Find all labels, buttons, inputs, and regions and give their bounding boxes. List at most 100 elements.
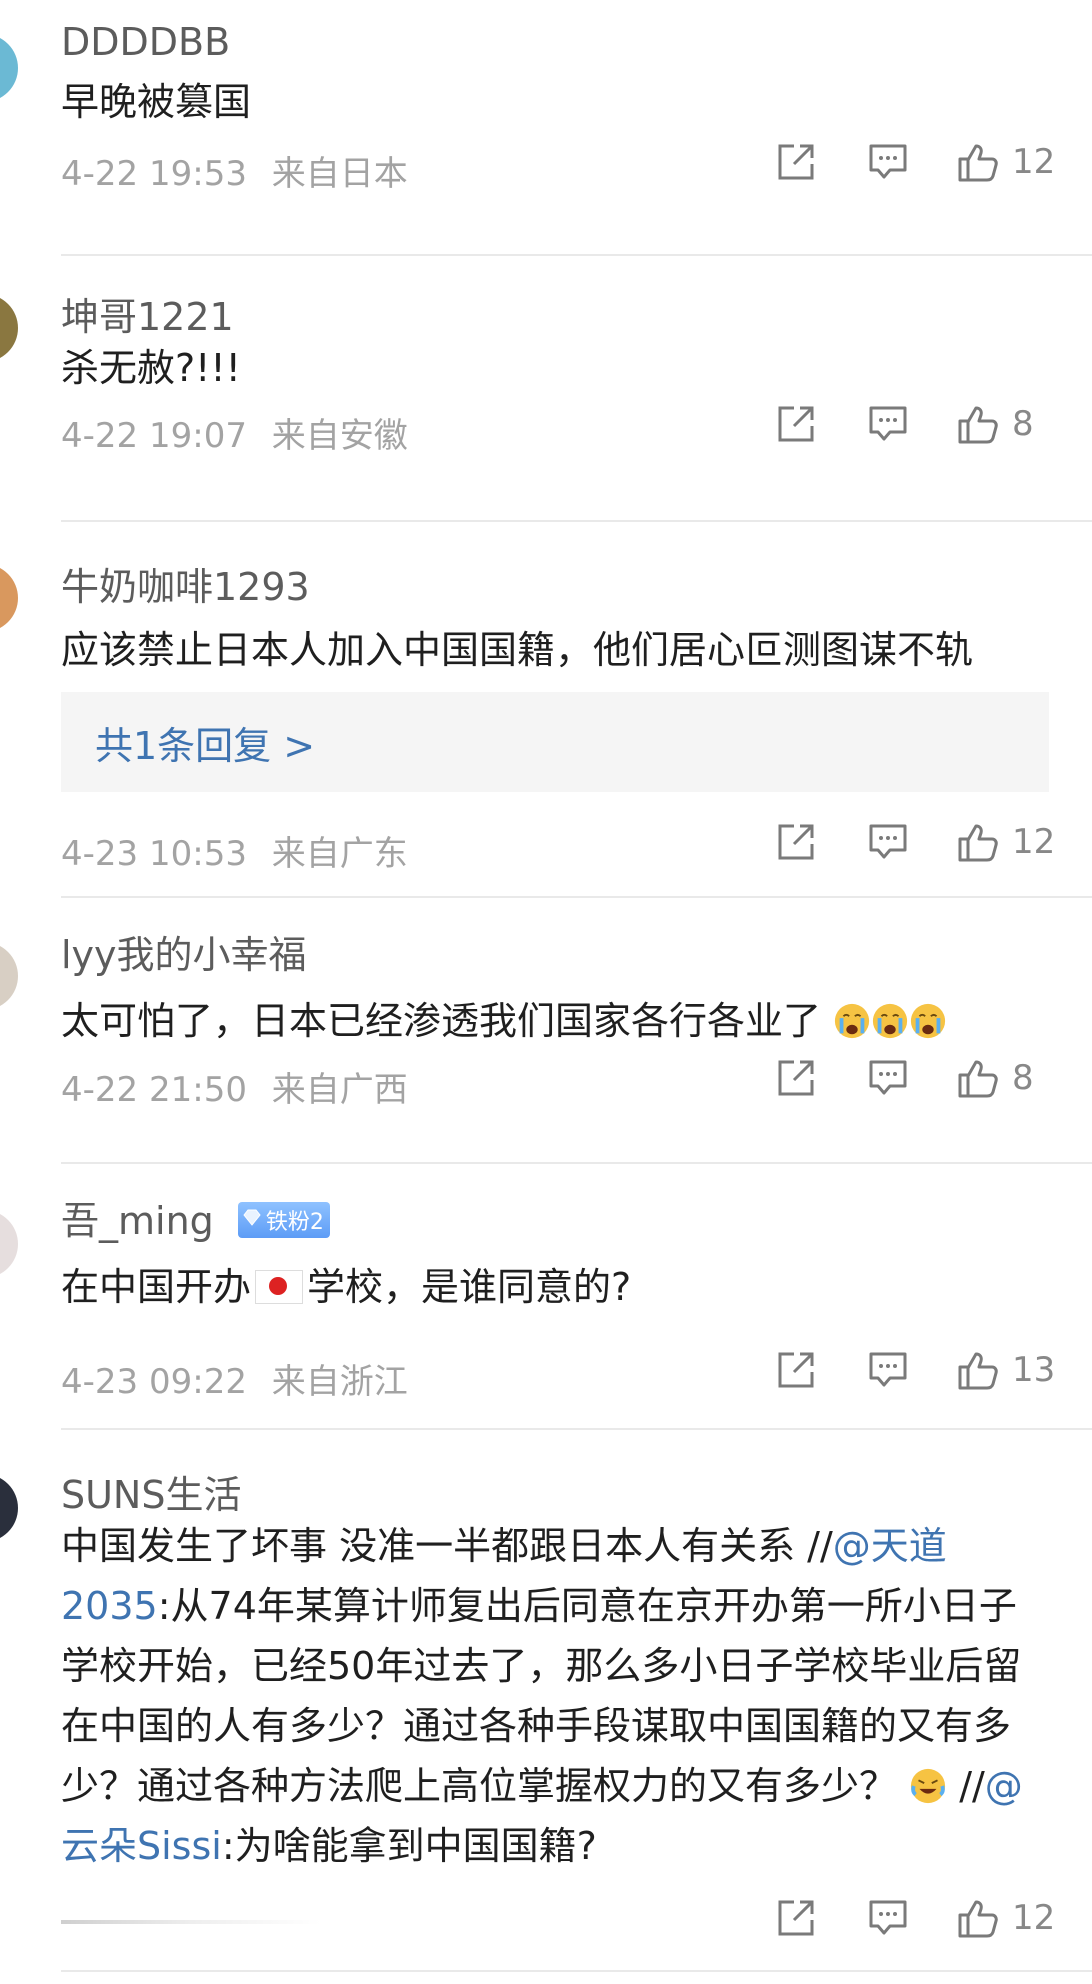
share-button[interactable]: [774, 1896, 818, 1940]
comment-text-part: :为啥能拿到中国国籍?: [221, 1824, 597, 1868]
comment-actions: 13: [774, 1348, 1056, 1392]
like-button[interactable]: 8: [956, 1056, 1056, 1100]
comment-text: 太可怕了，日本已经渗透我们国家各行各业了: [61, 990, 947, 1045]
comment-text: 应该禁止日本人加入中国国籍，他们居心叵测图谋不轨: [61, 628, 974, 672]
like-button[interactable]: 12: [956, 820, 1056, 864]
comment-button[interactable]: [866, 402, 910, 446]
reply-summary[interactable]: 共1条回复 >: [61, 692, 1049, 792]
share-button[interactable]: [774, 402, 818, 446]
like-button[interactable]: 12: [956, 1896, 1056, 1940]
username[interactable]: 坤哥1221: [61, 286, 234, 341]
username-text[interactable]: 吾_ming: [61, 1199, 214, 1243]
divider: [61, 1970, 1092, 1972]
like-count: 8: [1012, 1058, 1034, 1098]
location: 来自广东: [271, 834, 408, 874]
crying-emoji-icon: [909, 999, 947, 1043]
like-count: 13: [1012, 1350, 1056, 1390]
avatar[interactable]: [0, 1474, 18, 1542]
comment-meta: 4-23 10:53 来自广东: [61, 826, 408, 875]
comment-button[interactable]: [866, 140, 910, 184]
comment-icon: [866, 140, 910, 184]
laughing-crying-emoji-icon: [909, 1764, 947, 1808]
comment-actions: 12: [774, 1896, 1056, 1940]
thumbs-up-icon: [956, 820, 1000, 864]
location: 来自广西: [271, 1070, 408, 1110]
like-button[interactable]: 13: [956, 1348, 1056, 1392]
thumbs-up-icon: [956, 1896, 1000, 1940]
avatar[interactable]: [0, 294, 18, 362]
avatar[interactable]: [0, 942, 18, 1010]
like-button[interactable]: 12: [956, 140, 1056, 184]
comment-actions: 12: [774, 820, 1056, 864]
crying-emoji-icon: [871, 999, 909, 1043]
comment-meta: 4-22 19:07 来自安徽: [61, 408, 408, 457]
like-count: 12: [1012, 1898, 1056, 1938]
divider: [61, 254, 1092, 256]
comment-text-start: 在中国开办: [61, 1265, 252, 1309]
comment-button[interactable]: [866, 820, 910, 864]
thumbs-up-icon: [956, 1056, 1000, 1100]
username[interactable]: lyy我的小幸福: [61, 924, 307, 979]
reply-count-link[interactable]: 共1条回复 >: [95, 715, 315, 770]
comment-actions: 12: [774, 140, 1056, 184]
share-icon: [774, 1896, 818, 1940]
comment-text-part: 中国发生了坏事 没准一半都跟日本人有关系 //: [61, 1524, 833, 1568]
like-count: 8: [1012, 404, 1034, 444]
divider: [61, 896, 1092, 898]
comment-actions: 8: [774, 402, 1056, 446]
location: 来自日本: [271, 154, 408, 194]
timestamp: 4-23 10:53: [61, 834, 247, 874]
share-button[interactable]: [774, 820, 818, 864]
comment-text: 在中国开办 学校，是谁同意的?: [61, 1256, 631, 1311]
comment-text: 杀无赦?!!!: [61, 346, 241, 390]
share-button[interactable]: [774, 140, 818, 184]
divider: [61, 1162, 1092, 1164]
comment-meta: 4-22 19:53 来自日本: [61, 146, 408, 195]
like-count: 12: [1012, 822, 1056, 862]
timestamp: 4-23 09:22: [61, 1362, 247, 1402]
truncated-meta: [61, 1920, 321, 1924]
comment-meta: 4-22 21:50 来自广西: [61, 1062, 408, 1111]
share-icon: [774, 402, 818, 446]
share-icon: [774, 1056, 818, 1100]
comment-button[interactable]: [866, 1348, 910, 1392]
thumbs-up-icon: [956, 1348, 1000, 1392]
diamond-icon: [242, 1207, 266, 1233]
avatar[interactable]: [0, 564, 18, 632]
avatar[interactable]: [0, 1210, 18, 1278]
comment-text-part: //: [947, 1764, 985, 1808]
avatar[interactable]: [0, 34, 18, 102]
username[interactable]: 牛奶咖啡1293: [61, 556, 310, 611]
location: 来自安徽: [271, 416, 408, 456]
like-count: 12: [1012, 142, 1056, 182]
username[interactable]: DDDDBB: [61, 20, 230, 64]
share-button[interactable]: [774, 1056, 818, 1100]
share-button[interactable]: [774, 1348, 818, 1392]
comment-text-body: 太可怕了，日本已经渗透我们国家各行各业了: [61, 999, 822, 1043]
comment-icon: [866, 402, 910, 446]
username: 吾_ming 铁粉2: [61, 1190, 330, 1245]
comment-text: 早晚被篡国: [61, 80, 252, 124]
location: 来自浙江: [271, 1362, 408, 1402]
share-icon: [774, 820, 818, 864]
like-button[interactable]: 8: [956, 402, 1056, 446]
japan-flag-icon: [255, 1270, 304, 1304]
comment-icon: [866, 1896, 910, 1940]
comment-text-end: 学校，是谁同意的?: [307, 1265, 632, 1309]
thumbs-up-icon: [956, 140, 1000, 184]
crying-emoji-icon: [833, 999, 871, 1043]
thumbs-up-icon: [956, 402, 1000, 446]
comment-button[interactable]: [866, 1896, 910, 1940]
share-icon: [774, 140, 818, 184]
comment-icon: [866, 820, 910, 864]
fan-badge[interactable]: 铁粉2: [237, 1201, 330, 1238]
username[interactable]: SUNS生活: [61, 1464, 241, 1519]
timestamp: 4-22 21:50: [61, 1070, 247, 1110]
share-icon: [774, 1348, 818, 1392]
comment-button[interactable]: [866, 1056, 910, 1100]
timestamp: 4-22 19:53: [61, 154, 247, 194]
divider: [61, 520, 1092, 522]
comment-actions: 8: [774, 1056, 1056, 1100]
comment-icon: [866, 1348, 910, 1392]
comment-meta: 4-23 09:22 来自浙江: [61, 1354, 408, 1403]
